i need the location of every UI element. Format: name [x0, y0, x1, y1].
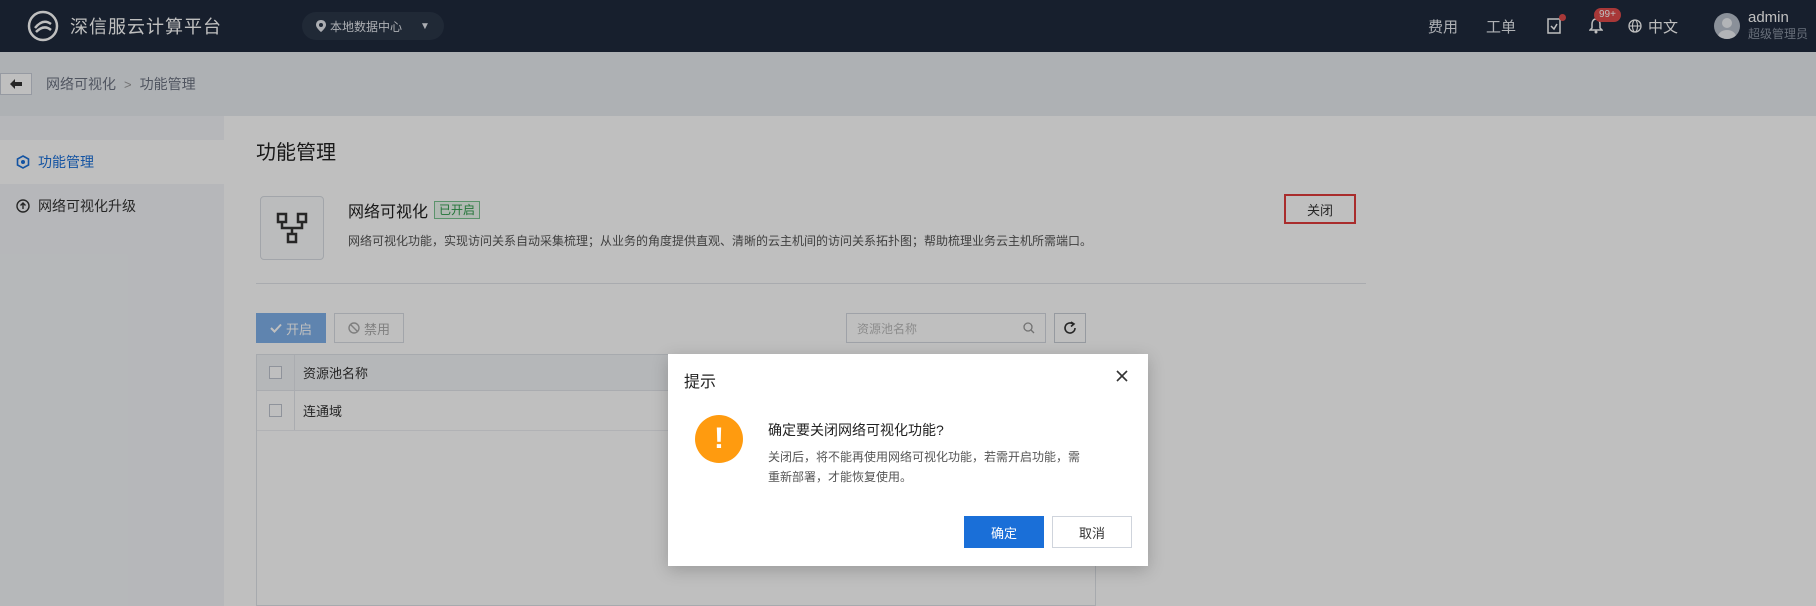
close-icon[interactable]: [1114, 368, 1130, 384]
confirm-dialog: 提示 ! 确定要关闭网络可视化功能? 关闭后，将不能再使用网络可视化功能，若需开…: [668, 354, 1148, 566]
dialog-message: 关闭后，将不能再使用网络可视化功能，若需开启功能，需重新部署，才能恢复使用。: [768, 450, 1081, 484]
warning-icon: !: [695, 415, 743, 463]
dialog-title: 提示: [684, 374, 717, 391]
confirm-button[interactable]: 确定: [964, 516, 1044, 548]
cancel-button[interactable]: 取消: [1052, 516, 1132, 548]
dialog-heading: 确定要关闭网络可视化功能?: [768, 422, 944, 438]
